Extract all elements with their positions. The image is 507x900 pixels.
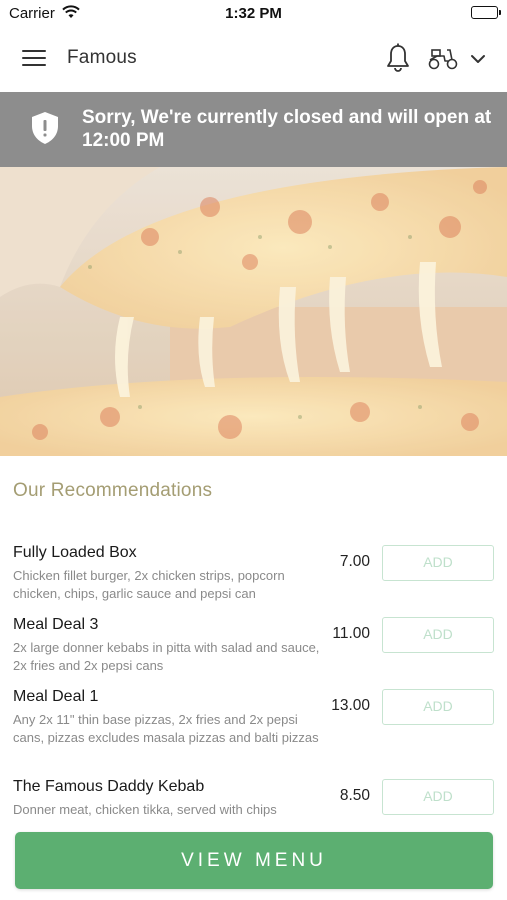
delivery-scooter-icon[interactable]	[427, 45, 459, 76]
item-description: Any 2x 11" thin base pizzas, 2x fries an…	[13, 712, 319, 745]
battery-icon	[471, 6, 501, 19]
view-menu-button[interactable]: VIEW MENU	[15, 832, 493, 889]
recommendation-list: Fully Loaded Box Chicken fillet burger, …	[0, 544, 507, 824]
list-item: Meal Deal 3 2x large donner kebabs in pi…	[0, 616, 507, 688]
add-button[interactable]: ADD	[382, 689, 494, 725]
shield-alert-icon	[31, 111, 59, 150]
item-description: 2x large donner kebabs in pitta with sal…	[13, 640, 320, 673]
hero-pizza-image	[0, 167, 507, 456]
list-item: Meal Deal 1 Any 2x 11" thin base pizzas,…	[0, 688, 507, 778]
item-name: Meal Deal 1	[13, 688, 99, 705]
chevron-down-icon[interactable]	[470, 52, 486, 70]
closed-message: Sorry, We're currently closed and will o…	[82, 107, 492, 151]
recommendations-title: Our Recommendations	[13, 480, 213, 501]
item-description: Chicken fillet burger, 2x chicken strips…	[13, 568, 285, 601]
add-button[interactable]: ADD	[382, 617, 494, 653]
list-item: Fully Loaded Box Chicken fillet burger, …	[0, 544, 507, 616]
list-item: The Famous Daddy Kebab Donner meat, chic…	[0, 778, 507, 824]
bell-icon[interactable]	[385, 43, 411, 78]
item-price: 13.00	[331, 697, 370, 714]
status-time: 1:32 PM	[225, 5, 282, 22]
add-button[interactable]: ADD	[382, 545, 494, 581]
status-bar: Carrier 1:32 PM	[0, 0, 507, 26]
hamburger-menu-icon[interactable]	[22, 50, 46, 68]
closed-notice-banner: Sorry, We're currently closed and will o…	[0, 92, 507, 167]
item-price: 7.00	[339, 553, 370, 570]
item-description: Donner meat, chicken tikka, served with …	[13, 802, 277, 817]
item-name: Fully Loaded Box	[13, 544, 137, 561]
item-name: The Famous Daddy Kebab	[13, 778, 205, 795]
restaurant-title: Famous	[67, 47, 137, 68]
item-price: 11.00	[332, 625, 370, 642]
item-price: 8.50	[339, 787, 370, 804]
item-name: Meal Deal 3	[13, 616, 99, 633]
nav-bar: Famous	[0, 26, 507, 92]
add-button[interactable]: ADD	[382, 779, 494, 815]
